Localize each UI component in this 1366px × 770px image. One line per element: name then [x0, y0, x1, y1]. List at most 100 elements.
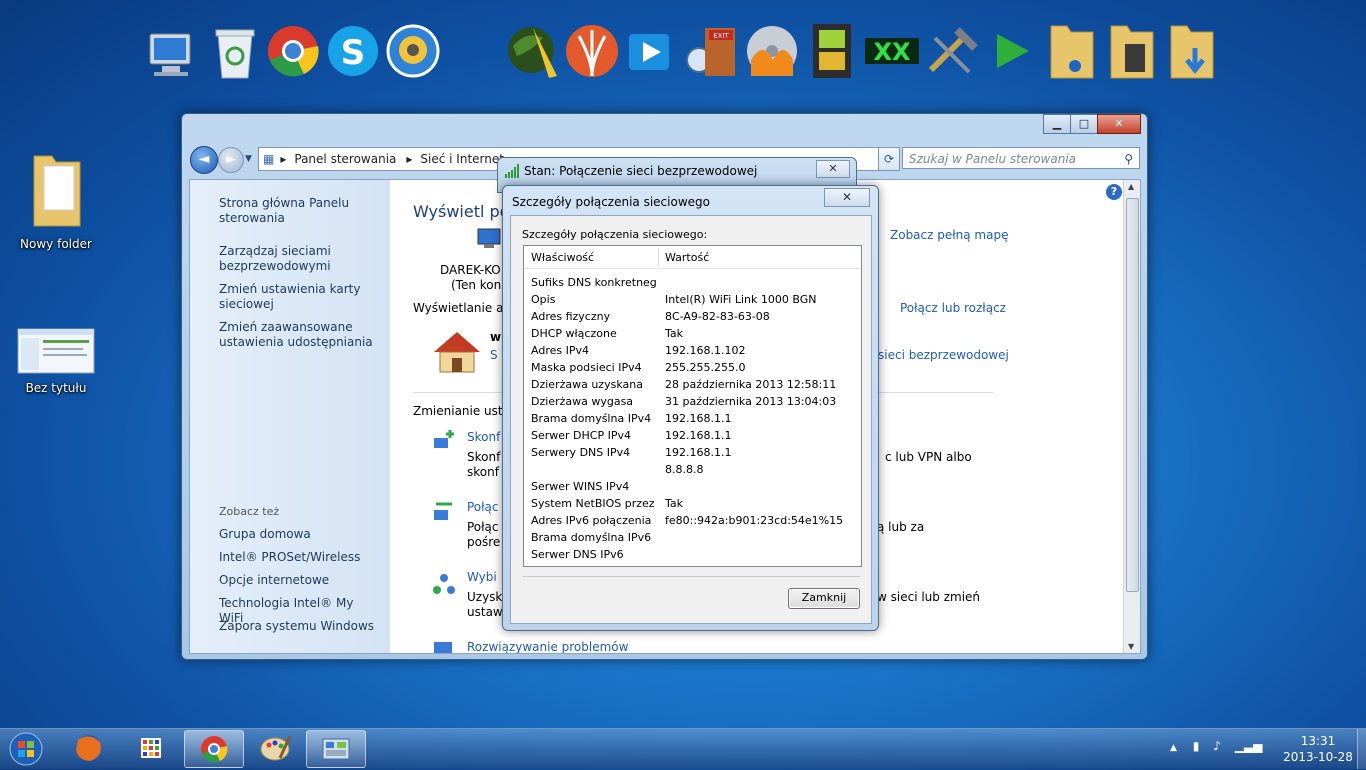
table-row[interactable]: Brama domyślna IPv4 192.168.1.1 [524, 411, 861, 428]
battery-icon[interactable]: ▮ [1193, 739, 1200, 753]
webcam-icon[interactable] [384, 20, 442, 82]
row-value: 31 października 2013 13:04:03 [665, 395, 837, 408]
clock-exit-icon[interactable]: EXIT [683, 20, 741, 82]
link-windows-firewall[interactable]: Zapora systemu Windows [219, 619, 379, 634]
table-row[interactable]: Serwer DHCP IPv4 192.168.1.1 [524, 428, 861, 445]
start-button[interactable] [4, 731, 48, 767]
chrome-icon[interactable] [264, 20, 322, 82]
divider [523, 576, 860, 577]
list-header: Właściwość Wartość [524, 246, 861, 269]
film-icon[interactable] [803, 20, 861, 82]
status-dialog-title: Stan: Połączenie sieci bezprzewodowej [524, 164, 758, 178]
maximize-button[interactable]: □ [1070, 114, 1098, 134]
skype-icon[interactable]: S [324, 20, 382, 82]
show-desktop-button[interactable] [1357, 729, 1366, 769]
clock[interactable]: 13:31 2013-10-28 [1280, 733, 1356, 765]
table-row[interactable]: Dzierżawa uzyskana 28 października 2013 1… [524, 377, 861, 394]
table-row[interactable]: Serwer WINS IPv4 [524, 479, 861, 496]
disc-burn-icon[interactable] [743, 20, 801, 82]
minimize-button[interactable]: ▁ [1043, 114, 1071, 134]
network-signal-icon[interactable]: ▁▃▅ [1235, 739, 1263, 753]
vertical-scrollbar[interactable]: ▲ ▼ [1123, 180, 1140, 653]
refresh-icon[interactable]: ⟳ [878, 147, 900, 171]
video-folder-icon[interactable] [1103, 20, 1161, 82]
tools-icon[interactable] [923, 20, 981, 82]
history-dropdown-icon[interactable]: ▼ [245, 154, 252, 164]
table-row[interactable]: DHCP włączone Tak [524, 326, 861, 343]
link-control-panel-home[interactable]: Strona główna Panelu sterowania [219, 196, 379, 226]
table-row[interactable]: Sufiks DNS konkretneg... [524, 275, 861, 292]
row-property: System NetBIOS przez T... [531, 497, 656, 510]
task-setup-connection[interactable]: Skonf [467, 430, 500, 444]
see-also-heading: Zobacz też [219, 505, 280, 518]
link-manage-wireless[interactable]: Zarządzaj sieciami bezprzewodowymi [219, 244, 379, 274]
column-separator[interactable] [658, 248, 659, 266]
scroll-up-icon[interactable]: ▲ [1128, 182, 1134, 191]
link-wireless-connection[interactable]: sieci bezprzewodowej [878, 348, 1009, 362]
row-value: Tak [665, 497, 684, 510]
link-intel-proset[interactable]: Intel® PROSet/Wireless [219, 550, 379, 565]
play-icon[interactable] [983, 20, 1041, 82]
media-player-icon[interactable] [623, 20, 681, 82]
table-row[interactable]: Adres IPv4 192.168.1.102 [524, 343, 861, 360]
table-row[interactable]: Adres IPv6 połączenia l... fe80::942a:b90… [524, 513, 861, 530]
details-list-view[interactable]: Właściwość Wartość Sufiks DNS konkretneg… [523, 245, 862, 567]
network-type-link[interactable]: S [490, 348, 498, 362]
close-button[interactable]: Zamknij [788, 588, 860, 609]
link-advanced-sharing[interactable]: Zmień zaawansowane ustawienia udostępnia… [219, 320, 379, 350]
desktop-folder-icon[interactable]: Nowy folder [16, 150, 96, 251]
table-row[interactable]: Opis Intel(R) WiFi Link 1000 BGN [524, 292, 861, 309]
link-connect-disconnect[interactable]: Połącz lub rozłącz [900, 301, 1006, 315]
breadcrumb-root[interactable]: Panel sterowania [294, 152, 396, 166]
column-header-value[interactable]: Wartość [665, 251, 709, 264]
task-troubleshoot[interactable]: Rozwiązywanie problemów [467, 640, 628, 653]
computer-icon[interactable] [142, 20, 200, 82]
table-row[interactable]: Dzierżawa wygasa 31 października 2013 13:… [524, 394, 861, 411]
connect-network-icon [432, 502, 456, 529]
task-connect-network[interactable]: Połąc [467, 500, 499, 514]
status-close-button[interactable]: ✕ [816, 160, 850, 178]
search-icon[interactable]: ⚲ [1124, 148, 1133, 170]
details-close-x-button[interactable]: ✕ [824, 188, 870, 207]
music-folder-icon[interactable] [1043, 20, 1101, 82]
search-input[interactable]: Szukaj w Panelu sterowania ⚲ [902, 147, 1140, 169]
link-internet-options[interactable]: Opcje internetowe [219, 573, 379, 588]
table-row[interactable]: Serwer DNS IPv6 [524, 547, 861, 564]
firefox-taskbar-button[interactable] [60, 730, 118, 766]
table-row[interactable]: Maska podsieci IPv4 255.255.255.0 [524, 360, 861, 377]
show-hidden-icons-icon[interactable]: ▲ [1170, 743, 1177, 753]
table-row[interactable]: Brama domyślna IPv6 [524, 530, 861, 547]
desktop-screenshot-icon[interactable]: Bez tytułu [16, 328, 96, 395]
scroll-down-icon[interactable]: ▼ [1128, 642, 1134, 651]
task-homegroup[interactable]: Wybi [467, 570, 497, 584]
back-button[interactable]: ◄ [190, 146, 218, 174]
forward-button[interactable]: ► [218, 147, 244, 173]
link-homegroup[interactable]: Grupa domowa [219, 527, 379, 542]
apps-taskbar-button[interactable] [122, 730, 180, 766]
link-full-map[interactable]: Zobacz pełną mapę [890, 228, 1008, 242]
row-property: Brama domyślna IPv6 [531, 531, 652, 544]
chrome-taskbar-button[interactable] [184, 730, 244, 768]
paint-taskbar-button[interactable] [246, 730, 304, 766]
table-row[interactable]: Adres fizyczny 8C-A9-82-83-63-08 [524, 309, 861, 326]
homegroup-icon [432, 572, 456, 599]
breadcrumb-level2[interactable]: Sieć i Internet [420, 152, 504, 166]
row-property: Serwer DHCP IPv4 [531, 429, 631, 442]
table-row[interactable]: 8.8.8.8 [524, 462, 861, 479]
svg-text:EXIT: EXIT [713, 32, 729, 40]
downloads-folder-icon[interactable] [1163, 20, 1221, 82]
column-header-property[interactable]: Właściwość [531, 251, 594, 264]
volume-icon[interactable]: ♪ [1213, 739, 1221, 753]
link-adapter-settings[interactable]: Zmień ustawienia karty sieciowej [219, 282, 379, 312]
table-row[interactable]: Serwery DNS IPv4 192.168.1.1 [524, 445, 861, 462]
recycle-bin-icon[interactable] [206, 20, 264, 82]
globe-icon[interactable] [503, 20, 561, 82]
wings-icon[interactable] [563, 20, 621, 82]
scroll-thumb[interactable] [1126, 198, 1139, 592]
xx-icon[interactable]: XX [863, 20, 921, 82]
details-dialog-body: Szczegóły połączenia sieciowego: Właściw… [510, 215, 872, 624]
table-row[interactable]: System NetBIOS przez T... Tak [524, 496, 861, 513]
control-panel-taskbar-button[interactable] [306, 730, 366, 768]
close-button[interactable]: ✕ [1097, 114, 1141, 134]
help-icon[interactable]: ? [1106, 184, 1122, 200]
